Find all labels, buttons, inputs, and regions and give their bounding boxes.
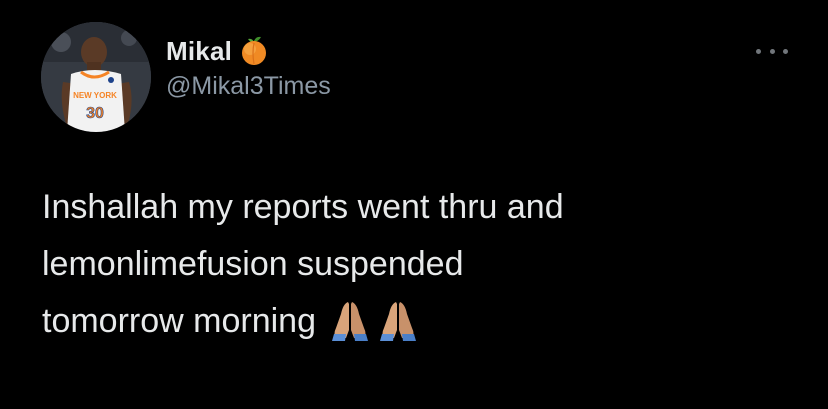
avatar-jersey-text: NEW YORK — [73, 91, 117, 100]
folded-hands-emoji-icon — [376, 298, 420, 342]
avatar[interactable]: NEW YORK 30 — [41, 22, 151, 132]
more-horizontal-icon[interactable] — [756, 42, 788, 60]
peach-emoji-icon — [240, 36, 268, 66]
name-row: Mikal — [166, 34, 331, 68]
folded-hands-emoji-icon — [328, 298, 372, 342]
tweet-text: Inshallah my reports went thru and lemon… — [42, 179, 782, 360]
tweet-text-line-content: tomorrow morning — [42, 302, 316, 340]
avatar-image: NEW YORK 30 — [41, 22, 151, 132]
more-dot — [756, 48, 761, 54]
emoji-group — [328, 298, 424, 360]
tweet-text-line: lemonlimefusion suspended — [42, 245, 464, 283]
avatar-jersey-number: 30 — [86, 105, 104, 122]
author-block: Mikal @Mikal3Times — [166, 34, 331, 101]
tweet-text-line: Inshallah my reports went thru and — [42, 188, 564, 226]
more-dot — [783, 48, 788, 54]
display-name[interactable]: Mikal — [166, 36, 232, 67]
tweet-text-line-last: tomorrow morning — [42, 293, 782, 360]
tweet-card[interactable]: NEW YORK 30 Mikal @Mikal3Times Inshallah… — [0, 0, 828, 409]
user-handle[interactable]: @Mikal3Times — [166, 72, 331, 101]
more-dot — [769, 48, 775, 54]
